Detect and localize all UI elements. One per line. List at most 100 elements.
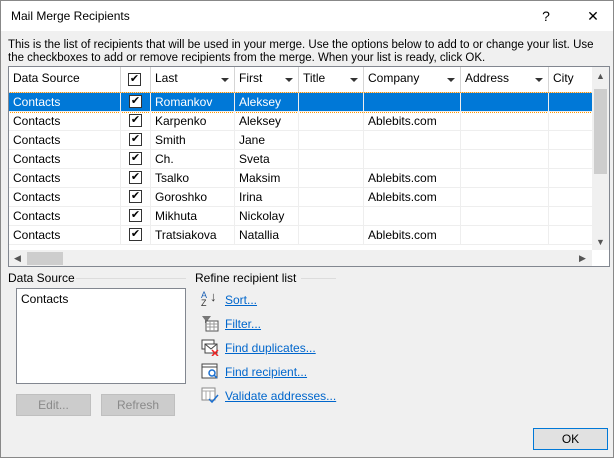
cell-first: Nickolay [235, 207, 299, 226]
include-checkbox[interactable]: ✔ [129, 152, 142, 165]
mail-merge-recipients-dialog: Mail Merge Recipients ? ✕ This is the li… [0, 0, 614, 458]
column-label: City [553, 71, 574, 85]
include-checkbox-cell[interactable]: ✔ [121, 93, 151, 112]
cell-last: Tsalko [151, 169, 235, 188]
cell-source: Contacts [9, 188, 121, 207]
scroll-right-icon[interactable]: ▶ [579, 253, 586, 264]
cell-source: Contacts [9, 150, 121, 169]
cell-first: Aleksey [235, 93, 299, 112]
cell-title [299, 226, 364, 245]
cell-empty [461, 150, 549, 169]
filter-link[interactable]: Filter... [225, 317, 261, 331]
include-checkbox-cell[interactable]: ✔ [121, 226, 151, 245]
table-row[interactable]: Contacts ✔ Mikhuta Nickolay [9, 207, 599, 226]
cell-company: Ablebits.com [364, 169, 461, 188]
include-checkbox-cell[interactable]: ✔ [121, 207, 151, 226]
sort-link[interactable]: Sort... [225, 293, 257, 307]
find-duplicates-link[interactable]: Find duplicates... [225, 341, 316, 355]
include-checkbox[interactable]: ✔ [129, 209, 142, 222]
help-button[interactable]: ? [534, 5, 558, 27]
cell-company [364, 131, 461, 150]
cell-first: Aleksey [235, 112, 299, 131]
table-row[interactable]: Contacts ✔ Karpenko Aleksey Ablebits.com [9, 112, 599, 131]
dropdown-arrow-icon[interactable] [285, 78, 293, 82]
cell-source: Contacts [9, 226, 121, 245]
divider [301, 278, 336, 279]
column-label: First [239, 71, 263, 85]
column-header-data-source[interactable]: Data Source [9, 67, 121, 93]
column-header-company[interactable]: Company [364, 67, 461, 93]
include-checkbox-cell[interactable]: ✔ [121, 169, 151, 188]
include-checkbox-cell[interactable]: ✔ [121, 131, 151, 150]
find-recipient-link[interactable]: Find recipient... [225, 365, 307, 379]
include-checkbox[interactable]: ✔ [129, 114, 142, 127]
dropdown-arrow-icon[interactable] [350, 78, 358, 82]
scroll-down-icon[interactable]: ▼ [596, 237, 605, 247]
sort-az-icon: A Z ↓ [201, 289, 217, 308]
include-checkbox[interactable]: ✔ [129, 95, 142, 108]
edit-button[interactable]: Edit... [16, 394, 91, 416]
cell-company: Ablebits.com [364, 112, 461, 131]
dialog-title: Mail Merge Recipients [11, 9, 130, 23]
cell-empty [461, 93, 549, 112]
filter-icon [201, 315, 219, 332]
cell-first: Sveta [235, 150, 299, 169]
cell-company [364, 150, 461, 169]
cell-empty [461, 131, 549, 150]
horizontal-scrollbar[interactable]: ◀ ▶ [9, 250, 592, 266]
validate-addresses-link[interactable]: Validate addresses... [225, 389, 336, 403]
table-row[interactable]: Contacts ✔ Smith Jane [9, 131, 599, 150]
scroll-left-icon[interactable]: ◀ [14, 253, 21, 264]
column-label: Data Source [13, 71, 80, 85]
find-duplicates-icon [201, 339, 219, 357]
dropdown-arrow-icon[interactable] [221, 78, 229, 82]
include-checkbox-cell[interactable]: ✔ [121, 188, 151, 207]
dropdown-arrow-icon[interactable] [447, 78, 455, 82]
column-header-title[interactable]: Title [299, 67, 364, 93]
data-source-list[interactable]: Contacts [16, 288, 186, 384]
scroll-thumb[interactable] [594, 89, 607, 174]
column-header-select-all[interactable]: ✔ [121, 67, 151, 93]
table-row[interactable]: Contacts ✔ Goroshko Irina Ablebits.com [9, 188, 599, 207]
scroll-up-icon[interactable]: ▲ [596, 71, 605, 81]
cell-company [364, 93, 461, 112]
include-checkbox[interactable]: ✔ [129, 228, 142, 241]
refresh-button[interactable]: Refresh [101, 394, 175, 416]
column-header-last[interactable]: Last [151, 67, 235, 93]
cell-first: Maksim [235, 169, 299, 188]
data-source-item[interactable]: Contacts [21, 292, 181, 306]
vertical-scrollbar[interactable]: ▲ ▼ [592, 67, 609, 250]
cell-source: Contacts [9, 131, 121, 150]
divider [76, 278, 186, 279]
table-row[interactable]: Contacts ✔ Tratsiakova Natallia Ablebits.com [9, 226, 599, 245]
select-all-checkbox[interactable]: ✔ [128, 73, 141, 86]
column-label: Title [303, 71, 326, 85]
recipients-grid[interactable]: Data Source ✔ Last First Title Company A… [8, 66, 610, 267]
table-row[interactable]: Contacts ✔ Tsalko Maksim Ablebits.com [9, 169, 599, 188]
ok-button[interactable]: OK [533, 428, 608, 450]
find-recipient-icon [201, 363, 219, 380]
grid-header: Data Source ✔ Last First Title Company A… [9, 67, 599, 93]
scroll-thumb[interactable] [27, 252, 63, 265]
cell-title [299, 93, 364, 112]
include-checkbox-cell[interactable]: ✔ [121, 150, 151, 169]
include-checkbox[interactable]: ✔ [129, 190, 142, 203]
column-header-address[interactable]: Address [461, 67, 549, 93]
column-label: Last [155, 71, 178, 85]
cell-title [299, 207, 364, 226]
cell-company: Ablebits.com [364, 226, 461, 245]
cell-title [299, 150, 364, 169]
include-checkbox[interactable]: ✔ [129, 133, 142, 146]
column-header-first[interactable]: First [235, 67, 299, 93]
cell-first: Natallia [235, 226, 299, 245]
close-button[interactable]: ✕ [581, 5, 605, 27]
include-checkbox[interactable]: ✔ [129, 171, 142, 184]
include-checkbox-cell[interactable]: ✔ [121, 112, 151, 131]
cell-source: Contacts [9, 112, 121, 131]
table-row[interactable]: Contacts ✔ Romankov Aleksey [9, 92, 599, 113]
cell-empty [461, 188, 549, 207]
table-row[interactable]: Contacts ✔ Ch. Sveta [9, 150, 599, 169]
cell-title [299, 169, 364, 188]
validate-addresses-icon [201, 387, 219, 404]
dropdown-arrow-icon[interactable] [535, 78, 543, 82]
